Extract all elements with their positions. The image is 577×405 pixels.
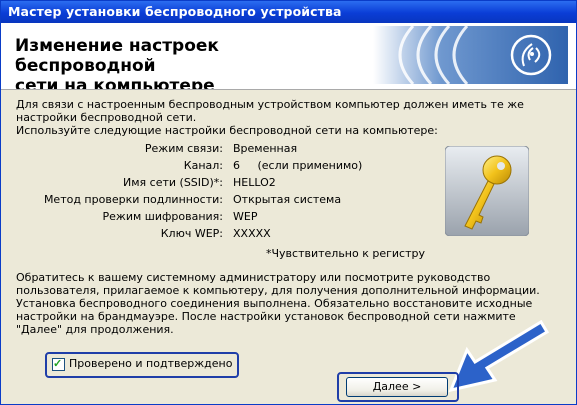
setting-label-channel: Канал: xyxy=(183,159,223,172)
wizard-content: Для связи с настроенным беспроводным уст… xyxy=(1,90,576,404)
wizard-window: Мастер установки беспроводного устройств… xyxy=(0,0,577,405)
setting-value-ssid: HELLO2 xyxy=(233,176,276,189)
page-title-line2: сети на компьютере xyxy=(15,76,215,90)
confirm-checkbox-label[interactable]: Проверено и подтверждено xyxy=(69,357,232,370)
intro-line1: Для связи с настроенным беспроводным уст… xyxy=(16,98,524,111)
page-title-line1: Изменение настроек беспроводной xyxy=(15,36,219,76)
wizard-header: Изменение настроек беспроводной сети на … xyxy=(1,23,576,90)
confirm-checkbox-highlight: ✓ Проверено и подтверждено xyxy=(45,352,239,378)
intro-line3: Используйте следующие настройки беспрово… xyxy=(16,124,438,137)
intro-line2: настройки беспроводной сети. xyxy=(16,111,197,124)
setting-label-mode: Режим связи: xyxy=(144,142,223,155)
setting-label-auth: Метод проверки подлинности: xyxy=(43,193,223,206)
window-title: Мастер установки беспроводного устройств… xyxy=(8,4,342,19)
confirm-checkbox[interactable]: ✓ xyxy=(52,358,65,371)
intro-text: Для связи с настроенным беспроводным уст… xyxy=(16,98,524,137)
check-mark-icon: ✓ xyxy=(53,358,63,370)
title-bar[interactable]: Мастер установки беспроводного устройств… xyxy=(1,1,576,23)
page-title: Изменение настроек беспроводной сети на … xyxy=(15,36,355,90)
setting-value-encryption: WEP xyxy=(233,210,258,223)
wireless-signal-icon xyxy=(373,26,568,84)
setting-label-encryption: Режим шифрования: xyxy=(102,210,223,223)
next-button[interactable]: Далее > xyxy=(346,377,448,397)
key-icon xyxy=(445,146,529,236)
advice-line1: Обратитесь к вашему системному администр… xyxy=(16,271,491,284)
setting-label-wep-key: Ключ WEP: xyxy=(160,227,223,240)
setting-value-wep-key: XXXXX xyxy=(233,227,271,240)
next-button-highlight: Далее > xyxy=(337,372,459,402)
case-sensitive-note: *Чувствительно к регистру xyxy=(266,247,425,260)
advice-line2: пользователя, прилагаемое к компьютеру, … xyxy=(16,284,540,297)
advice-line3: Установка беспроводного соединения выпол… xyxy=(16,297,533,310)
setting-value-mode: Временная xyxy=(233,142,298,155)
setting-label-ssid: Имя сети (SSID)*: xyxy=(123,176,223,189)
setting-value-auth: Открытая система xyxy=(233,193,342,206)
setting-value-channel: 6 (если применимо) xyxy=(233,159,363,172)
